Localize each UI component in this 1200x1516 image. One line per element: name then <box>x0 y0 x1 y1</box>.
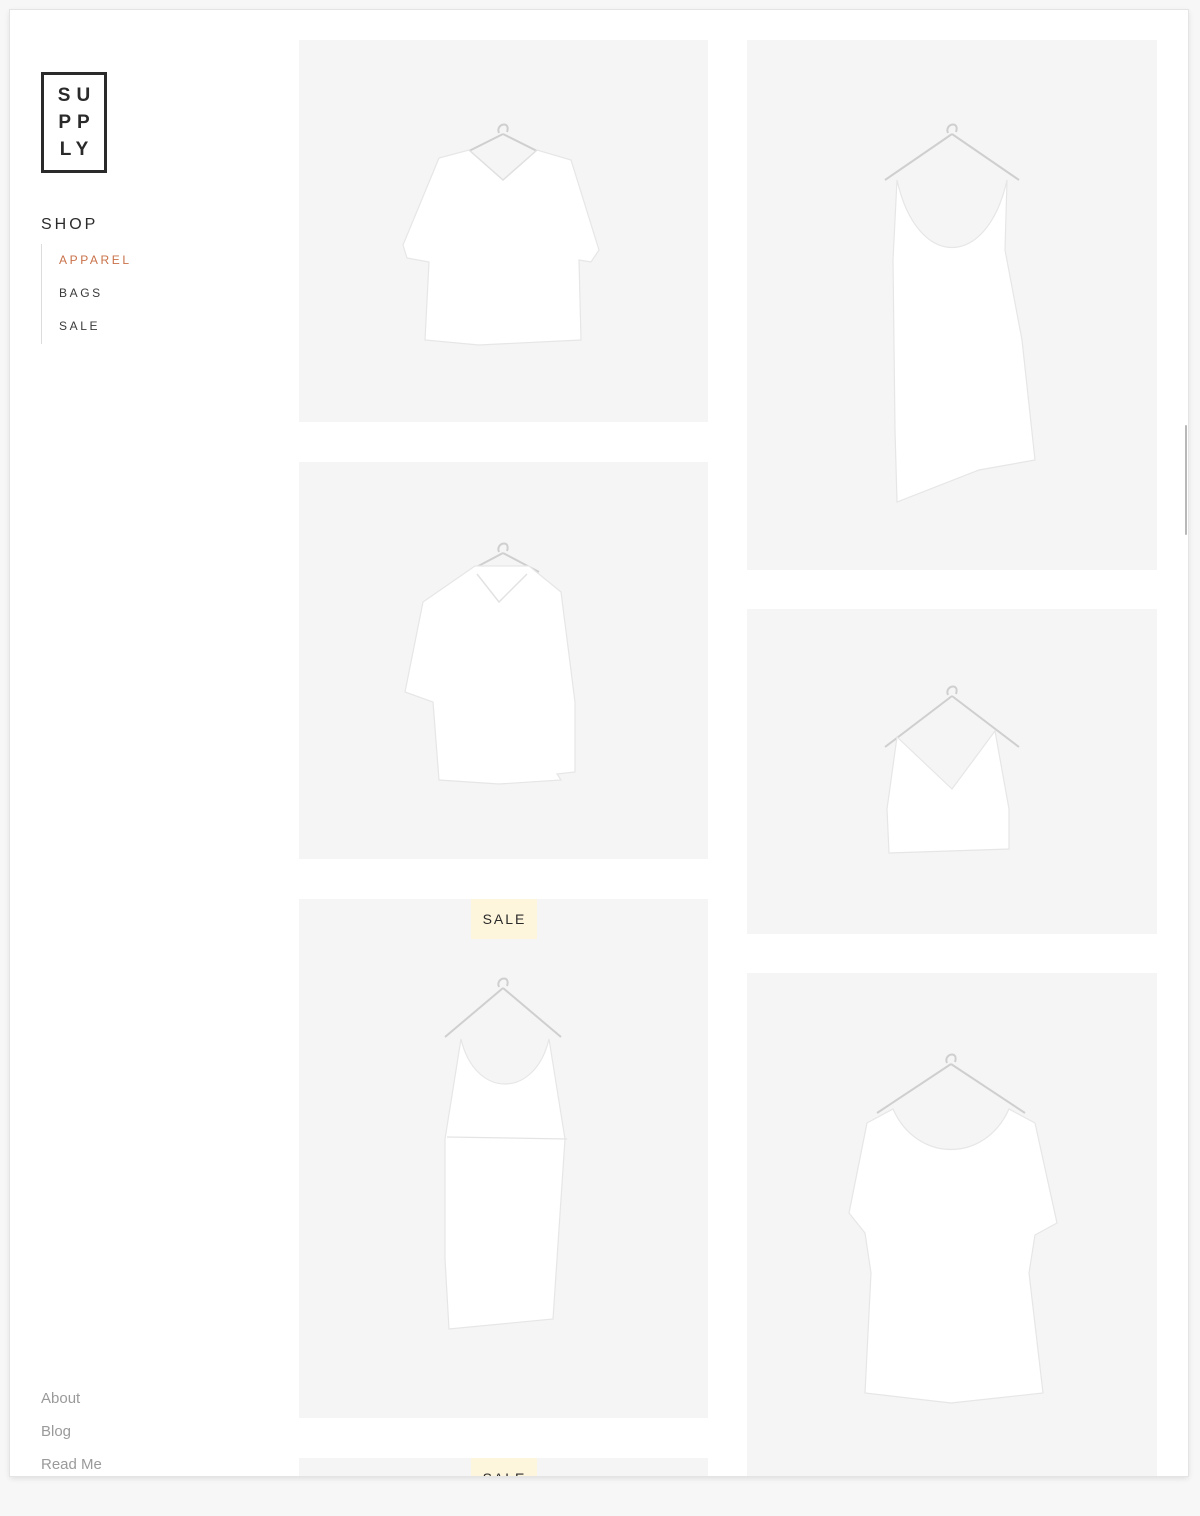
hanger-icon <box>444 977 562 1038</box>
sale-badge: SALE <box>470 1458 537 1476</box>
footer-links: About Blog Read Me <box>41 1386 102 1476</box>
product-card[interactable] <box>747 973 1157 1476</box>
scrollbar[interactable] <box>1185 425 1187 535</box>
garment-shape <box>404 565 576 785</box>
nav-item-sale[interactable]: SALE <box>59 310 171 343</box>
shop-heading[interactable]: SHOP <box>41 216 98 234</box>
nav-item-apparel[interactable]: APPAREL <box>59 244 171 277</box>
logo-line-2: PP <box>58 112 96 133</box>
product-card[interactable] <box>747 40 1157 570</box>
garment-shape <box>444 1038 566 1330</box>
footer-link-read-me[interactable]: Read Me <box>41 1452 102 1476</box>
nav-item-bags[interactable]: BAGS <box>59 277 171 310</box>
product-image-slip-dress <box>884 123 1036 503</box>
brand-logo[interactable]: SU PP LY <box>41 72 107 173</box>
product-image-shift-dress <box>444 977 568 1330</box>
hanger-icon <box>458 123 548 157</box>
product-card[interactable]: SALE <box>299 1458 708 1476</box>
footer-link-blog[interactable]: Blog <box>41 1419 102 1452</box>
garment-shape <box>848 1108 1058 1404</box>
product-card[interactable] <box>747 609 1157 934</box>
product-image-cropped-tank <box>884 685 1020 854</box>
product-card[interactable] <box>299 40 708 422</box>
garment-shape <box>886 729 1010 854</box>
product-image-kimono-top <box>402 123 600 346</box>
product-card[interactable]: SALE <box>299 899 708 1418</box>
product-image-swing-dress <box>848 1053 1058 1404</box>
product-image-collared-shirt <box>404 542 576 785</box>
shop-category-nav: APPAREL BAGS SALE <box>41 244 171 344</box>
logo-line-3: LY <box>59 139 95 160</box>
hanger-icon <box>876 1053 1026 1114</box>
hanger-icon <box>884 123 1020 181</box>
garment-shape <box>892 179 1036 503</box>
logo-line-1: SU <box>57 85 97 106</box>
hanger-icon <box>884 685 1020 748</box>
page-frame: SU PP LY SHOP APPAREL BAGS SALE About Bl… <box>10 10 1188 1476</box>
garment-shape <box>402 149 600 346</box>
footer-link-about[interactable]: About <box>41 1386 102 1419</box>
product-card[interactable] <box>299 462 708 859</box>
